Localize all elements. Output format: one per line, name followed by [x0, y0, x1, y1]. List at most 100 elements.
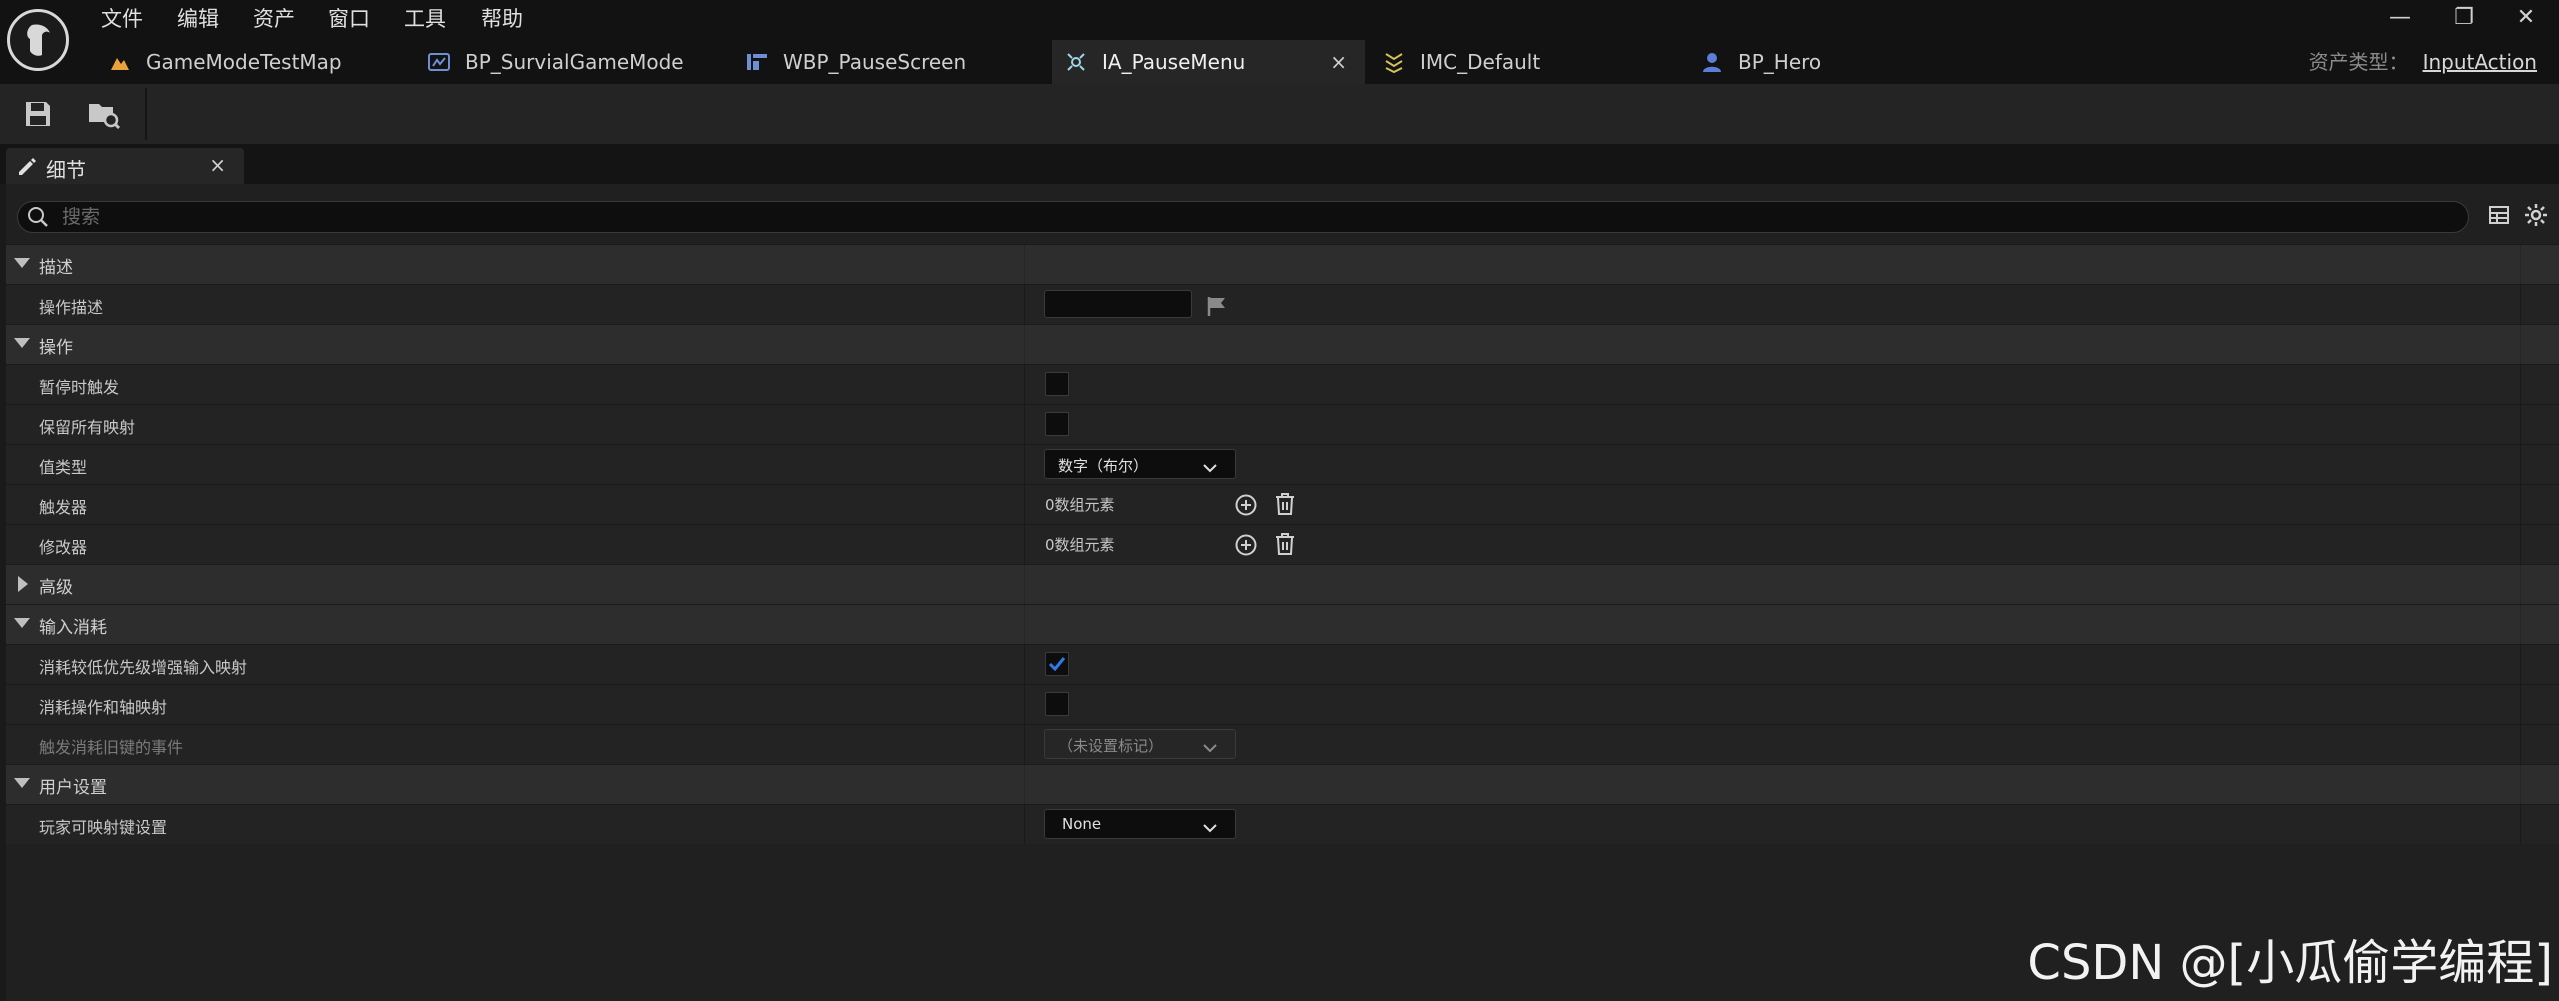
watermark: CSDN @[小瓜偷学编程]	[2027, 935, 2553, 991]
dropdown-value: 数字（布尔）	[1058, 457, 1149, 475]
property-label: 触发消耗旧键的事件	[39, 738, 184, 757]
trigger-when-paused-checkbox[interactable]	[1045, 372, 1069, 396]
property-label: 值类型	[39, 458, 88, 477]
tab-label: GameModeTestMap	[146, 50, 342, 74]
details-tab[interactable]: 细节 ×	[6, 148, 244, 184]
chevron-down-icon	[1203, 738, 1217, 758]
expand-arrow-icon[interactable]	[14, 258, 30, 268]
consume-action-axis-checkbox[interactable]	[1045, 692, 1069, 716]
category-title: 操作	[39, 338, 73, 358]
toolbar-separator	[145, 88, 147, 140]
restore-button[interactable]: ❐	[2434, 0, 2494, 36]
expand-arrow-icon[interactable]	[14, 338, 30, 348]
blueprint-icon	[427, 50, 451, 74]
property-label: 消耗操作和轴映射	[39, 698, 168, 717]
menu-asset[interactable]: 资产	[253, 2, 295, 36]
menu-help[interactable]: 帮助	[481, 2, 523, 36]
property-row-value-type: 值类型 数字（布尔）	[6, 444, 2559, 485]
property-row-triggers: 触发器 0数组元素	[6, 484, 2559, 525]
chevron-down-icon	[1203, 818, 1217, 838]
tab-bp-survialgamemode[interactable]: BP_SurvialGameMode	[427, 40, 727, 84]
trigger-events-dropdown[interactable]: （未设置标记）	[1044, 729, 1236, 759]
property-label: 修改器	[39, 538, 88, 557]
menu-window[interactable]: 窗口	[328, 2, 370, 36]
close-details-icon[interactable]: ×	[209, 153, 226, 177]
tab-label: IA_PauseMenu	[1102, 50, 1246, 74]
minimize-button[interactable]: —	[2370, 0, 2430, 36]
tab-label: BP_SurvialGameMode	[465, 50, 684, 74]
unreal-logo-icon[interactable]	[7, 9, 69, 71]
property-row-reserve-all-mappings: 保留所有映射	[6, 404, 2559, 445]
consume-lower-priority-checkbox[interactable]	[1045, 652, 1069, 676]
action-description-input[interactable]	[1044, 290, 1192, 318]
property-label: 暂停时触发	[39, 378, 120, 397]
expand-arrow-icon[interactable]	[14, 778, 30, 788]
details-tab-label: 细节	[46, 158, 86, 182]
input-mapping-icon	[1382, 50, 1406, 74]
property-row-consume-action-axis: 消耗操作和轴映射	[6, 684, 2559, 725]
property-label: 保留所有映射	[39, 418, 136, 437]
category-action[interactable]: 操作	[6, 324, 2559, 365]
menu-file[interactable]: 文件	[101, 2, 143, 36]
tab-imc-default[interactable]: IMC_Default	[1382, 40, 1682, 84]
property-row-trigger-events-consumed: 触发消耗旧键的事件 （未设置标记）	[6, 724, 2559, 765]
asset-type-link[interactable]: InputAction	[2423, 50, 2537, 74]
reserve-all-mappings-checkbox[interactable]	[1045, 412, 1069, 436]
tab-label: WBP_PauseScreen	[783, 50, 967, 74]
tab-bp-hero[interactable]: BP_Hero	[1700, 40, 2000, 84]
category-title: 高级	[39, 578, 73, 598]
edit-pencil-icon	[16, 155, 38, 182]
tab-ia-pausemenu[interactable]: IA_PauseMenu ×	[1052, 40, 1365, 84]
asset-type-indicator: 资产类型： InputAction	[2309, 46, 2537, 75]
close-window-button[interactable]: ✕	[2496, 0, 2556, 36]
trash-icon[interactable]	[1274, 532, 1296, 561]
category-description[interactable]: 描述	[6, 244, 2559, 285]
panel-tab-strip	[0, 144, 2559, 184]
dropdown-value: None	[1062, 815, 1102, 833]
property-label: 消耗较低优先级增强输入映射	[39, 658, 248, 677]
widget-blueprint-icon	[745, 50, 769, 74]
category-title: 输入消耗	[39, 618, 107, 638]
property-label: 触发器	[39, 498, 88, 517]
dropdown-value: （未设置标记）	[1058, 737, 1164, 755]
add-element-icon[interactable]	[1234, 533, 1258, 562]
search-icon	[26, 205, 50, 234]
category-input-consumption[interactable]: 输入消耗	[6, 604, 2559, 645]
category-title: 用户设置	[39, 778, 107, 798]
category-user-settings[interactable]: 用户设置	[6, 764, 2559, 805]
property-row-player-mappable-key-settings: 玩家可映射键设置 None	[6, 804, 2559, 845]
collapse-arrow-icon[interactable]	[18, 576, 28, 592]
menu-edit[interactable]: 编辑	[177, 2, 219, 36]
localization-flag-icon[interactable]	[1206, 295, 1228, 322]
checkmark-icon	[1048, 657, 1066, 672]
search-input[interactable]	[60, 203, 2444, 231]
tab-label: BP_Hero	[1738, 50, 1822, 74]
property-row-consume-lower-priority: 消耗较低优先级增强输入映射	[6, 644, 2559, 685]
expand-arrow-icon[interactable]	[14, 618, 30, 628]
array-count: 0数组元素	[1045, 496, 1115, 514]
close-tab-icon[interactable]: ×	[1330, 50, 1347, 74]
save-icon[interactable]	[22, 98, 54, 130]
input-action-icon	[1064, 50, 1088, 74]
category-advanced[interactable]: 高级	[6, 564, 2559, 605]
add-element-icon[interactable]	[1234, 493, 1258, 522]
menu-tools[interactable]: 工具	[404, 2, 446, 36]
array-count: 0数组元素	[1045, 536, 1115, 554]
category-title: 描述	[39, 258, 73, 278]
value-type-dropdown[interactable]: 数字（布尔）	[1044, 449, 1236, 479]
browse-asset-icon[interactable]	[87, 98, 121, 130]
property-row-trigger-when-paused: 暂停时触发	[6, 364, 2559, 405]
tab-label: IMC_Default	[1420, 50, 1541, 74]
view-options-icon[interactable]	[2488, 204, 2510, 231]
character-icon	[1700, 50, 1724, 74]
gear-icon[interactable]	[2524, 203, 2548, 232]
chevron-down-icon	[1203, 458, 1217, 478]
tab-wbp-pausescreen[interactable]: WBP_PauseScreen	[745, 40, 1045, 84]
toolbar	[0, 84, 2559, 144]
property-label: 操作描述	[39, 298, 104, 317]
trash-icon[interactable]	[1274, 492, 1296, 521]
asset-type-label: 资产类型：	[2308, 50, 2409, 74]
tab-gamemodetestmap[interactable]: GameModeTestMap	[108, 40, 408, 84]
player-mappable-key-settings-dropdown[interactable]: None	[1044, 809, 1236, 839]
property-row-action-description: 操作描述	[6, 284, 2559, 325]
